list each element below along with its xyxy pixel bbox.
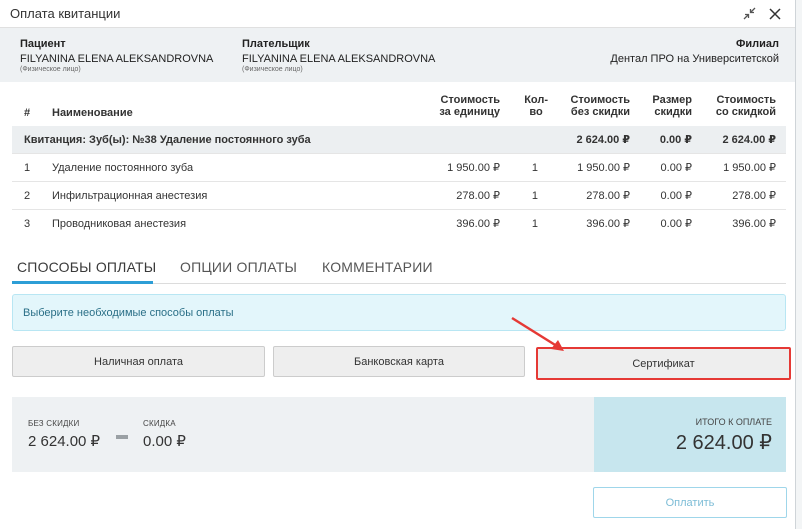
receipt-info-panel: Пациент FILYANINA ELENA ALEKSANDROVNA (Ф… bbox=[0, 28, 795, 82]
payer-block: Плательщик FILYANINA ELENA ALEKSANDROVNA… bbox=[242, 38, 435, 73]
row-unit-price: 396.00 ₽ bbox=[456, 218, 500, 230]
row-unit-price: 278.00 ₽ bbox=[456, 190, 500, 202]
row-no-discount: 1 950.00 ₽ bbox=[577, 162, 630, 174]
tab-comments[interactable]: КОММЕНТАРИИ bbox=[322, 259, 433, 275]
collapse-arrows-icon[interactable] bbox=[739, 4, 759, 24]
branch-name: Дентал ПРО на Университетской bbox=[610, 53, 779, 65]
pay-submit-button[interactable]: Оплатить bbox=[593, 487, 787, 518]
row-discount: 0.00 ₽ bbox=[660, 218, 692, 230]
table-row: 3 Проводниковая анестезия 396.00 ₽ 1 396… bbox=[12, 210, 786, 238]
payment-tabs: СПОСОБЫ ОПЛАТЫ ОПЦИИ ОПЛАТЫ КОММЕНТАРИИ bbox=[12, 250, 786, 284]
info-alert: Выберите необходимые способы оплаты bbox=[12, 294, 786, 331]
branch-block: Филиал Дентал ПРО на Университетской bbox=[610, 38, 779, 65]
row-unit-price: 1 950.00 ₽ bbox=[447, 162, 500, 174]
modal-titlebar: Оплата квитанции bbox=[0, 0, 795, 28]
row-name: Инфильтрационная анестезия bbox=[52, 190, 208, 202]
patient-name: FILYANINA ELENA ALEKSANDROVNA bbox=[20, 53, 214, 65]
discount-value: 0.00 ₽ bbox=[143, 433, 186, 450]
bank-card-button[interactable]: Банковская карта bbox=[273, 346, 525, 377]
payer-label: Плательщик bbox=[242, 38, 310, 50]
group-label: Квитанция: Зуб(ы): №38 Удаление постоянн… bbox=[24, 134, 311, 146]
row-num: 1 bbox=[24, 162, 31, 174]
total-value: 2 624.00 ₽ bbox=[675, 432, 772, 454]
row-with-discount: 396.00 ₽ bbox=[732, 218, 776, 230]
col-with-discount-header: Стоимость со скидкой bbox=[715, 94, 776, 118]
table-row: 2 Инфильтрационная анестезия 278.00 ₽ 1 … bbox=[12, 182, 786, 210]
row-num: 2 bbox=[24, 190, 31, 202]
row-no-discount: 396.00 ₽ bbox=[586, 218, 630, 230]
total-box: ИТОГО К ОПЛАТЕ 2 624.00 ₽ bbox=[594, 397, 786, 472]
row-num: 3 bbox=[24, 218, 31, 230]
table-header: # Наименование Стоимость за единицу Кол-в… bbox=[12, 90, 786, 126]
background-page-edge bbox=[796, 0, 802, 529]
col-unit-price-header: Стоимость за единицу bbox=[439, 94, 500, 118]
active-tab-indicator bbox=[12, 281, 153, 284]
payer-type: (Физическое лицо) bbox=[242, 66, 303, 73]
group-no-discount: 2 624.00 ₽ bbox=[576, 134, 630, 146]
table-row: 1 Удаление постоянного зуба 1 950.00 ₽ 1… bbox=[12, 154, 786, 182]
col-qty-header: Кол-во bbox=[524, 94, 548, 118]
row-name: Удаление постоянного зуба bbox=[52, 162, 194, 174]
tab-payment-options[interactable]: ОПЦИИ ОПЛАТЫ bbox=[180, 259, 297, 275]
patient-type: (Физическое лицо) bbox=[20, 66, 81, 73]
row-qty: 1 bbox=[531, 162, 538, 174]
minus-icon bbox=[116, 435, 128, 439]
col-no-discount-header: Стоимость без скидки bbox=[570, 94, 630, 118]
modal-title: Оплата квитанции bbox=[10, 6, 121, 21]
payment-summary: БЕЗ СКИДКИ 2 624.00 ₽ СКИДКА 0.00 ₽ ИТОГ… bbox=[12, 397, 786, 472]
row-with-discount: 1 950.00 ₽ bbox=[723, 162, 776, 174]
cash-payment-button[interactable]: Наличная оплата bbox=[12, 346, 265, 377]
no-discount-label: БЕЗ СКИДКИ bbox=[28, 419, 80, 428]
row-discount: 0.00 ₽ bbox=[660, 162, 692, 174]
row-discount: 0.00 ₽ bbox=[660, 190, 692, 202]
services-table: # Наименование Стоимость за единицу Кол-в… bbox=[12, 90, 786, 238]
patient-label: Пациент bbox=[20, 38, 66, 50]
payment-modal: Оплата квитанции Пациент FILYANINA ELENA… bbox=[0, 0, 796, 529]
tab-payment-methods[interactable]: СПОСОБЫ ОПЛАТЫ bbox=[17, 259, 156, 275]
col-discount-header: Размер скидки bbox=[652, 94, 692, 118]
col-num-header: # bbox=[24, 107, 31, 119]
close-icon[interactable] bbox=[765, 4, 785, 24]
patient-block: Пациент FILYANINA ELENA ALEKSANDROVNA (Ф… bbox=[20, 38, 213, 73]
row-name: Проводниковая анестезия bbox=[52, 218, 187, 230]
row-with-discount: 278.00 ₽ bbox=[732, 190, 776, 202]
col-name-header: Наименование bbox=[52, 107, 133, 119]
payer-name: FILYANINA ELENA ALEKSANDROVNA bbox=[242, 53, 436, 65]
row-qty: 1 bbox=[531, 190, 538, 202]
discount-label: СКИДКА bbox=[143, 419, 176, 428]
total-label: ИТОГО К ОПЛАТЕ bbox=[695, 417, 772, 427]
certificate-button[interactable]: Сертификат bbox=[536, 347, 791, 380]
group-discount: 0.00 ₽ bbox=[659, 134, 692, 146]
row-qty: 1 bbox=[531, 218, 538, 230]
group-with-discount: 2 624.00 ₽ bbox=[722, 134, 776, 146]
row-no-discount: 278.00 ₽ bbox=[586, 190, 630, 202]
receipt-group-row: Квитанция: Зуб(ы): №38 Удаление постоянн… bbox=[12, 126, 786, 154]
no-discount-value: 2 624.00 ₽ bbox=[28, 433, 101, 450]
branch-label: Филиал bbox=[735, 38, 779, 50]
